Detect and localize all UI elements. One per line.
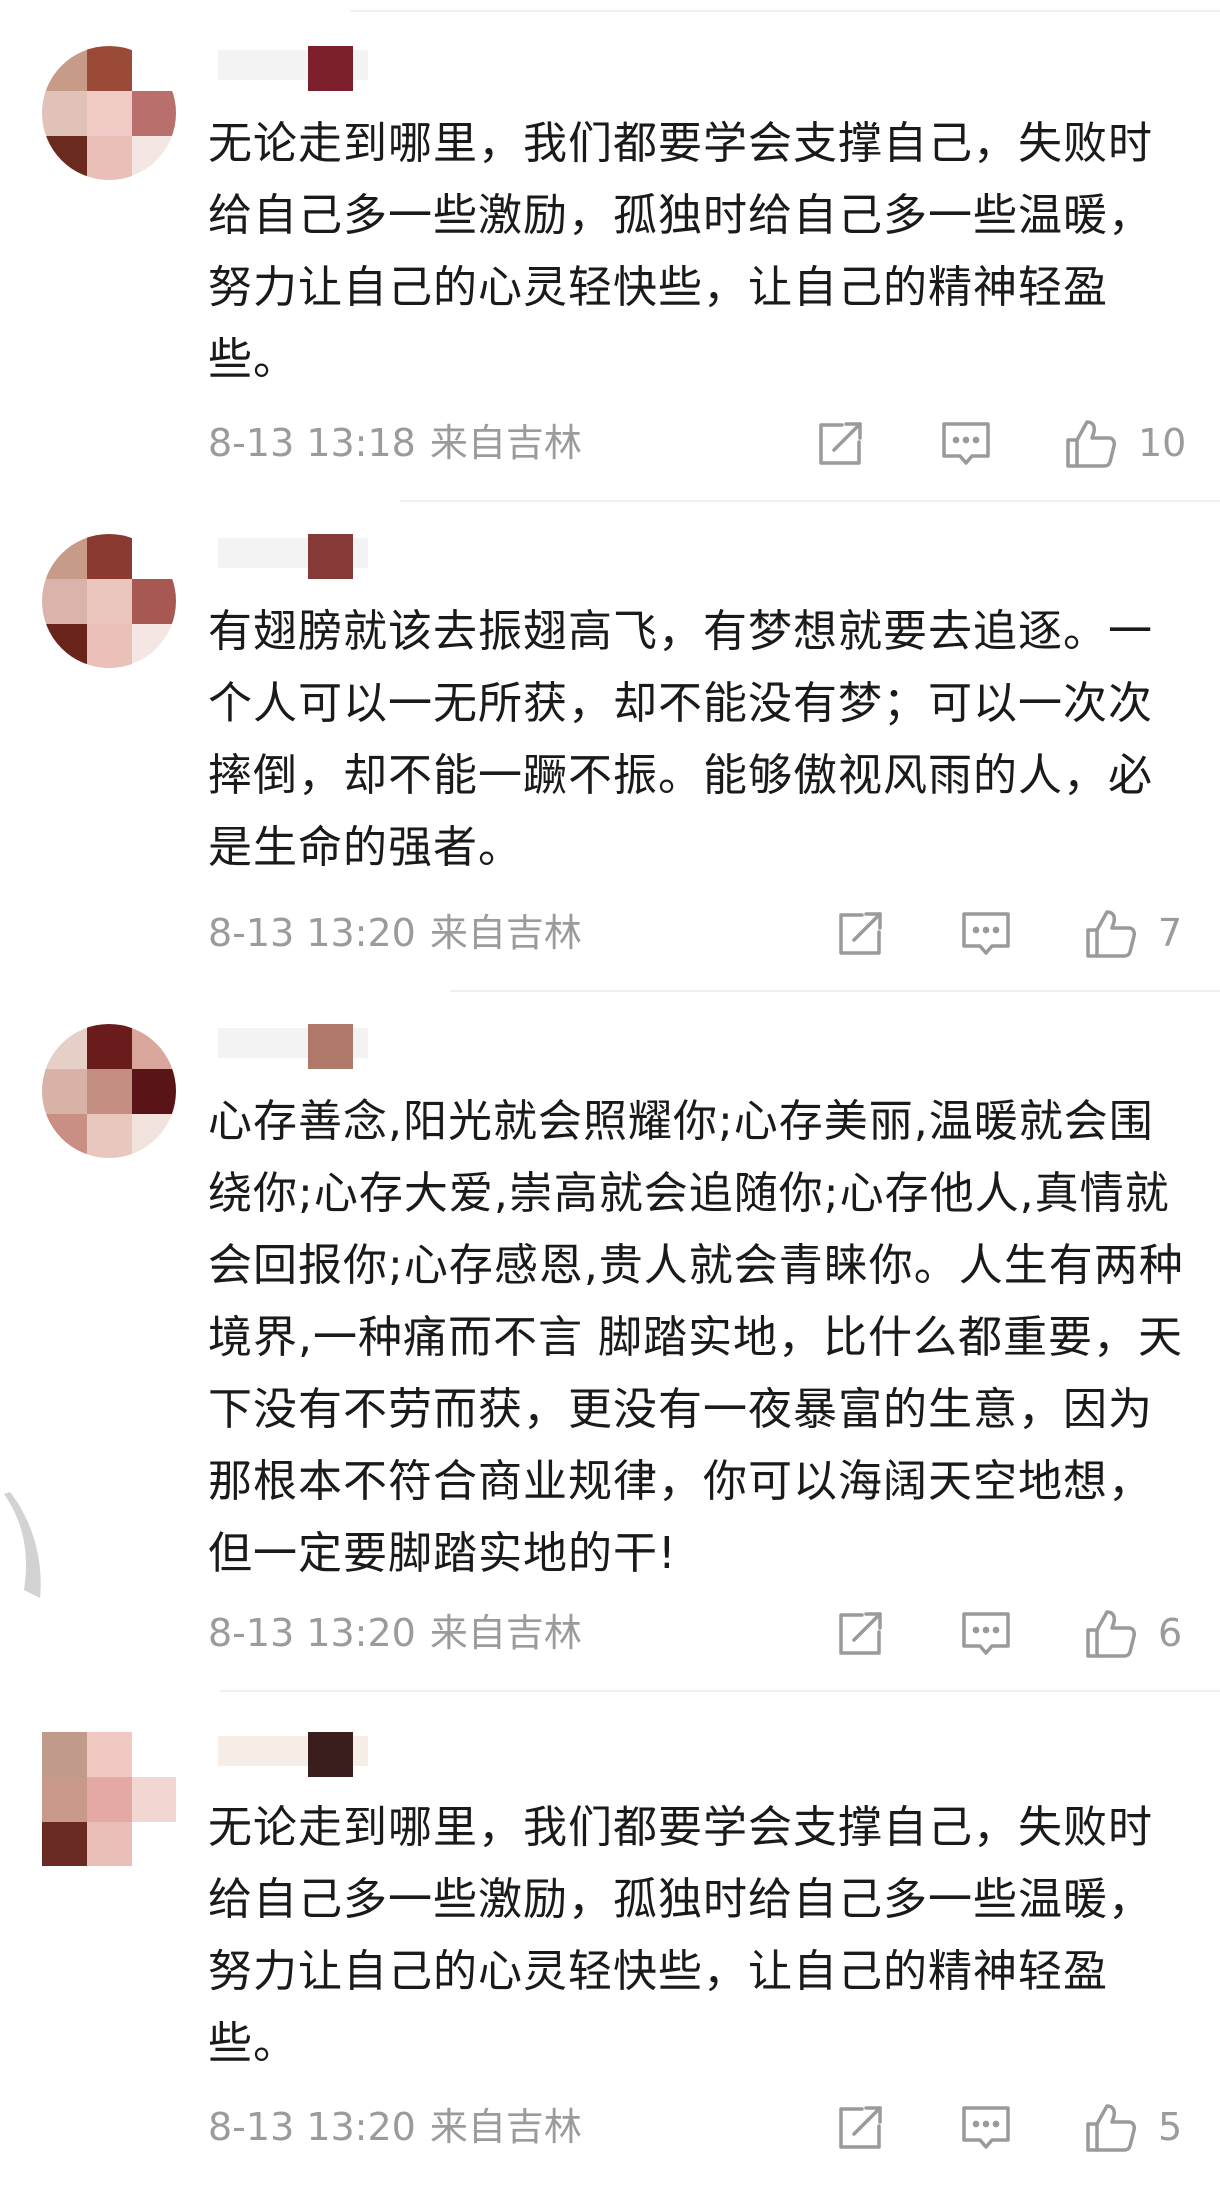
- avatar-mosaic: [42, 1069, 87, 1114]
- comment-icon[interactable]: [958, 906, 1014, 962]
- avatar-mosaic: [132, 1777, 176, 1822]
- username-redacted: [308, 46, 353, 91]
- username-redacted: [308, 1732, 353, 1777]
- thumbs-up-icon[interactable]: [1082, 1606, 1138, 1662]
- edge-handle-icon[interactable]: [0, 1490, 44, 1602]
- comment-location: 来自吉林: [429, 911, 582, 955]
- avatar-mosaic: [132, 91, 176, 136]
- avatar[interactable]: [42, 534, 176, 668]
- avatar-mosaic: [42, 91, 87, 136]
- avatar-mosaic: [87, 46, 132, 91]
- avatar-mosaic: [132, 1822, 176, 1866]
- comment-meta: 8-13 13:20 来自吉林: [208, 908, 582, 958]
- username-redacted: [308, 534, 353, 579]
- avatar-mosaic: [42, 1822, 87, 1866]
- avatar-mosaic: [132, 579, 176, 624]
- avatar-mosaic: [87, 1069, 132, 1114]
- comment-time: 8-13 13:20: [208, 2105, 416, 2149]
- avatar-mosaic: [132, 1024, 176, 1069]
- avatar-mosaic: [42, 579, 87, 624]
- avatar-mosaic: [42, 1732, 87, 1777]
- comment-text: 有翅膀就该去振翅高飞，有梦想就要去追逐。一个人可以一无所获，却不能没有梦；可以一…: [208, 606, 1153, 873]
- comment-icon[interactable]: [958, 1606, 1014, 1662]
- comment-location: 来自吉林: [429, 1611, 582, 1655]
- avatar-mosaic: [42, 1777, 87, 1822]
- avatar-mosaic: [132, 1069, 176, 1114]
- avatar-mosaic: [87, 1024, 132, 1069]
- thumbs-up-icon[interactable]: [1082, 906, 1138, 962]
- like-count: 5: [1158, 2105, 1183, 2149]
- avatar-mosaic: [42, 46, 87, 91]
- avatar-mosaic: [87, 1777, 132, 1822]
- comment-location: 来自吉林: [429, 2105, 582, 2149]
- avatar-mosaic: [132, 46, 176, 91]
- comment-item: 无论走到哪里，我们都要学会支撑自己，失败时给自己多一些激励，孤独时给自己多一些温…: [0, 1690, 1220, 2200]
- avatar-mosaic: [87, 624, 132, 668]
- comment-meta: 8-13 13:20 来自吉林: [208, 2102, 582, 2152]
- share-icon[interactable]: [832, 2100, 888, 2156]
- comment-text: 心存善念,阳光就会照耀你;心存美丽,温暖就会围绕你;心存大爱,崇高就会追随你;心…: [208, 1096, 1184, 1579]
- avatar-mosaic: [132, 624, 176, 668]
- avatar-mosaic: [87, 136, 132, 180]
- avatar-mosaic: [87, 1732, 132, 1777]
- avatar-mosaic: [87, 1114, 132, 1158]
- comment-meta: 8-13 13:18 来自吉林: [208, 418, 582, 468]
- avatar-mosaic: [42, 1114, 87, 1158]
- avatar[interactable]: [42, 1024, 176, 1158]
- share-icon[interactable]: [832, 1606, 888, 1662]
- share-icon[interactable]: [812, 416, 868, 472]
- avatar-mosaic: [132, 136, 176, 180]
- comment-location: 来自吉林: [429, 421, 582, 465]
- avatar-mosaic: [42, 136, 87, 180]
- comment-time: 8-13 13:20: [208, 1611, 416, 1655]
- comment-icon[interactable]: [958, 2100, 1014, 2156]
- avatar[interactable]: [42, 46, 176, 180]
- comment-text: 无论走到哪里，我们都要学会支撑自己，失败时给自己多一些激励，孤独时给自己多一些温…: [208, 1802, 1153, 2069]
- comment-text: 无论走到哪里，我们都要学会支撑自己，失败时给自己多一些激励，孤独时给自己多一些温…: [208, 118, 1153, 385]
- thumbs-up-icon[interactable]: [1082, 2100, 1138, 2156]
- avatar-mosaic: [42, 1024, 87, 1069]
- like-count: 10: [1138, 421, 1187, 465]
- comment-feed: 无论走到哪里，我们都要学会支撑自己，失败时给自己多一些激励，孤独时给自己多一些温…: [0, 0, 1220, 2200]
- comment-icon[interactable]: [938, 416, 994, 472]
- avatar-mosaic: [87, 91, 132, 136]
- avatar-mosaic: [132, 1732, 176, 1777]
- avatar-mosaic: [42, 534, 87, 579]
- comment-time: 8-13 13:18: [208, 421, 416, 465]
- comment-time: 8-13 13:20: [208, 911, 416, 955]
- comment-item: 心存善念,阳光就会照耀你;心存美丽,温暖就会围绕你;心存大爱,崇高就会追随你;心…: [0, 990, 1220, 1690]
- avatar-mosaic: [87, 1822, 132, 1866]
- avatar-mosaic: [132, 534, 176, 579]
- avatar-mosaic: [132, 1114, 176, 1158]
- avatar-mosaic: [87, 579, 132, 624]
- comment-item: 无论走到哪里，我们都要学会支撑自己，失败时给自己多一些激励，孤独时给自己多一些温…: [0, 0, 1220, 500]
- comment-item: 有翅膀就该去振翅高飞，有梦想就要去追逐。一个人可以一无所获，却不能没有梦；可以一…: [0, 500, 1220, 990]
- share-icon[interactable]: [832, 906, 888, 962]
- like-count: 7: [1158, 911, 1183, 955]
- avatar[interactable]: [42, 1732, 176, 1866]
- avatar-mosaic: [87, 534, 132, 579]
- thumbs-up-icon[interactable]: [1062, 416, 1118, 472]
- avatar-mosaic: [42, 624, 87, 668]
- like-count: 6: [1158, 1611, 1183, 1655]
- comment-meta: 8-13 13:20 来自吉林: [208, 1608, 582, 1658]
- username-redacted: [308, 1024, 353, 1069]
